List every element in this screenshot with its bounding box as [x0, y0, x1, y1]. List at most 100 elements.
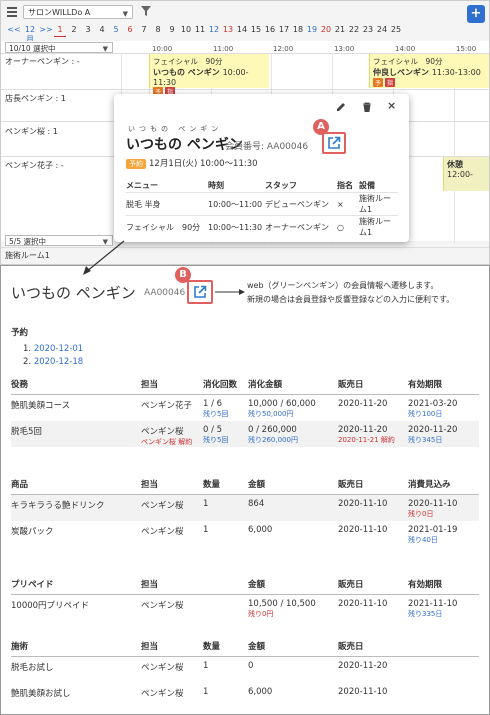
col-header: 金額: [248, 636, 338, 657]
cell-text: 艶肌美顔コース: [11, 401, 71, 411]
customer-ruby: いつもの ペンギン: [128, 125, 223, 133]
cell: 脱毛 半身: [126, 192, 208, 216]
day-8[interactable]: 8: [151, 25, 165, 37]
day-16[interactable]: 16: [263, 25, 277, 37]
customer-name: いつもの ペンギン: [11, 284, 136, 302]
col-header: 指名: [337, 180, 353, 190]
external-link-icon[interactable]: [327, 136, 341, 150]
cell: 6,000: [248, 525, 273, 535]
menu-icon[interactable]: [7, 7, 17, 17]
cell: 2020-11-10: [338, 599, 388, 609]
callout-a: A: [313, 119, 329, 135]
appointment[interactable]: フェイシャル 90分 仲良しペンギン 11:30-13:00 予指: [369, 54, 489, 88]
day-12[interactable]: 12: [207, 25, 221, 37]
table-row: 脱毛5回 ペンギン桜 ペンギン桜 解約 0 / 5 残り5回 0 / 260,000…: [11, 421, 479, 447]
remaining-days: 残り40日: [408, 536, 438, 544]
break-block[interactable]: 休憩 12:00-: [443, 157, 489, 191]
day-11[interactable]: 11: [193, 25, 207, 37]
day-4[interactable]: 4: [95, 25, 109, 37]
reservation-link-text[interactable]: 2020-12-18: [34, 357, 83, 367]
cell: 2021-01-19 残り40日: [408, 521, 479, 547]
customer-detail-panel: いつもの ペンギン AA00046 B web（グリーンペンギン）の会員情報へ遷…: [0, 265, 490, 715]
cell: [408, 683, 479, 709]
remaining-days: 残り100日: [408, 410, 443, 418]
day-2[interactable]: 2: [67, 25, 81, 37]
cell-text: 2020-11-20: [408, 425, 458, 435]
day-24[interactable]: 24: [375, 25, 389, 37]
day-20[interactable]: 20: [319, 25, 333, 37]
edit-icon[interactable]: [336, 102, 346, 112]
salon-select[interactable]: サロンWILLDo A ▼: [23, 5, 133, 19]
filter-icon[interactable]: [141, 6, 151, 16]
appointment-menu: フェイシャル 90分: [153, 57, 223, 66]
cell: ペンギン花子: [141, 395, 203, 422]
table-row: 艶肌美顔コース ペンギン花子 1 / 6 残り5回 10,000 / 60,000…: [11, 395, 479, 422]
day-17[interactable]: 17: [277, 25, 291, 37]
reservation-link[interactable]: 2. 2020-12-18: [23, 357, 83, 367]
day-9[interactable]: 9: [165, 25, 179, 37]
remaining-count: 残り5回: [203, 436, 229, 444]
reservation-link-text[interactable]: 2020-12-01: [34, 344, 83, 354]
cell: 10:00〜11:00: [208, 192, 265, 216]
remaining-days: 残り335日: [408, 610, 443, 618]
staff-select[interactable]: 10/10 選択中 ▼: [5, 42, 113, 53]
day-13[interactable]: 13: [221, 25, 235, 37]
day-21[interactable]: 21: [333, 25, 347, 37]
day-3[interactable]: 3: [81, 25, 95, 37]
cell: 2020-11-20 残り345日: [408, 421, 479, 447]
col-header: 消費見込み: [408, 474, 479, 495]
col-header: 時刻: [208, 180, 224, 190]
divider: [1, 247, 489, 248]
reservation-link[interactable]: 1. 2020-12-01: [23, 344, 83, 354]
month-label[interactable]: 12月: [21, 25, 39, 44]
appointment[interactable]: フェイシャル 90分 いつもの ペンギン 10:00-11:30 予指: [149, 54, 269, 96]
cancel-date: 2020-11-21 解約: [338, 436, 395, 444]
next-month-button[interactable]: >>: [39, 25, 53, 37]
day-19[interactable]: 19: [305, 25, 319, 37]
hour-label: 11:00: [213, 45, 234, 53]
callout-b: B: [175, 267, 191, 283]
day-6[interactable]: 6: [123, 25, 137, 37]
reservation-popup: × いつもの ペンギン いつもの ペンギン 会員番号: AA00046 A 予約…: [114, 94, 409, 242]
row-label: オーナーペンギン : -: [5, 57, 80, 66]
day-15[interactable]: 15: [249, 25, 263, 37]
cell: 1: [203, 661, 209, 671]
col-header: 有効期限: [408, 374, 479, 395]
room-select-value: 5/5 選択中: [9, 237, 46, 246]
cell: 2020-11-10 残り0日: [408, 494, 479, 521]
day-18[interactable]: 18: [291, 25, 305, 37]
hour-label: 15:00: [456, 45, 477, 53]
day-7[interactable]: 7: [137, 25, 151, 37]
day-5[interactable]: 5: [109, 25, 123, 37]
day-22[interactable]: 22: [347, 25, 361, 37]
close-icon[interactable]: ×: [387, 99, 396, 112]
cell: ペンギン桜: [141, 494, 203, 521]
day-25[interactable]: 25: [389, 25, 403, 37]
cell: ×: [337, 192, 359, 216]
hour-label: 14:00: [395, 45, 416, 53]
col-header: 商品: [11, 474, 141, 495]
appointment-time: 11:30-13:00: [431, 68, 481, 77]
hour-label: 12:00: [273, 45, 294, 53]
appointment-name: いつもの ペンギン: [153, 68, 220, 77]
day-1[interactable]: 1: [54, 25, 66, 37]
row-label: 店長ペンギン : 1: [5, 94, 66, 103]
col-header: 担当: [141, 574, 203, 595]
cell: ○: [337, 215, 359, 238]
prev-month-button[interactable]: <<: [7, 25, 21, 37]
day-10[interactable]: 10: [179, 25, 193, 37]
cell: 2020-11-20: [338, 395, 408, 422]
day-14[interactable]: 14: [235, 25, 249, 37]
external-link-icon[interactable]: [193, 285, 207, 299]
cell: 艶肌美顔コース: [11, 395, 141, 422]
trash-icon[interactable]: [362, 102, 372, 112]
cell: キラキラうる艶ドリンク: [11, 494, 141, 521]
cell-text: 1 / 6: [203, 399, 223, 409]
col-header: 販売日: [338, 636, 408, 657]
hour-label: 10:00: [152, 45, 173, 53]
cell: 2021-03-20 残り100日: [408, 395, 479, 422]
cell-text: 2021-11-10: [408, 599, 458, 609]
add-button[interactable]: +: [467, 5, 485, 23]
table-row: フェイシャル 90分 10:00〜11:30 オーナーペンギン ○ 施術ルーム1: [126, 215, 398, 238]
day-23[interactable]: 23: [361, 25, 375, 37]
